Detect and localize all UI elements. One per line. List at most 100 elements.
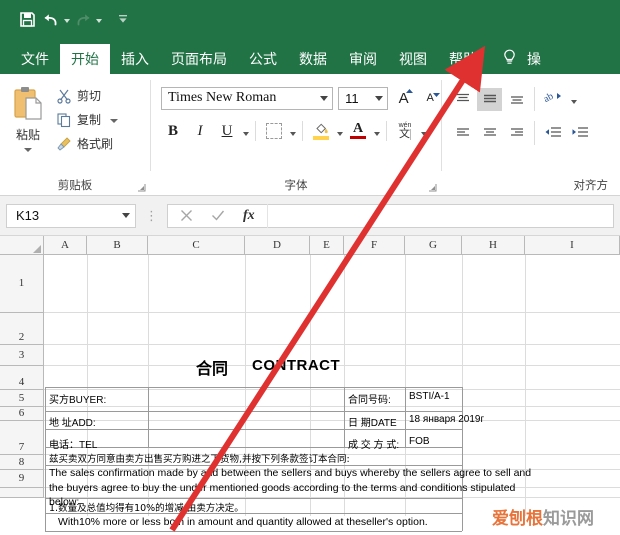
column-header-F[interactable]: F bbox=[344, 236, 405, 254]
column-header-A[interactable]: A bbox=[44, 236, 87, 254]
row-2-cells[interactable] bbox=[44, 313, 620, 344]
underline-button[interactable]: U bbox=[215, 119, 239, 143]
customize-qat-icon[interactable] bbox=[112, 6, 134, 32]
fill-color-button[interactable] bbox=[309, 119, 333, 143]
row-5-cells[interactable] bbox=[44, 390, 620, 406]
column-header-B[interactable]: B bbox=[87, 236, 148, 254]
format-painter-button[interactable]: 格式刷 bbox=[56, 133, 120, 154]
insert-function-icon[interactable]: fx bbox=[243, 208, 255, 224]
table-row[interactable]: 1 bbox=[0, 255, 620, 313]
paste-dropdown-icon[interactable] bbox=[24, 148, 32, 152]
increase-font-size-button[interactable]: A bbox=[393, 86, 415, 110]
tab-data[interactable]: 数据 bbox=[288, 44, 338, 74]
row-header-6[interactable]: 6 bbox=[0, 407, 44, 421]
italic-button[interactable]: I bbox=[188, 119, 212, 143]
row-1-cells[interactable] bbox=[44, 255, 620, 312]
underline-dropdown-icon[interactable] bbox=[243, 131, 249, 136]
font-size-combo[interactable]: 11 bbox=[338, 86, 388, 110]
row-10-cells[interactable] bbox=[44, 488, 620, 497]
tab-insert[interactable]: 插入 bbox=[110, 44, 160, 74]
row-header-7[interactable]: 7 bbox=[0, 421, 44, 455]
tab-view[interactable]: 视图 bbox=[388, 44, 438, 74]
row-header-8[interactable]: 8 bbox=[0, 455, 44, 470]
row-header-9[interactable]: 9 bbox=[0, 470, 44, 488]
align-left-button[interactable] bbox=[450, 122, 475, 145]
formula-input-wrap[interactable]: fx bbox=[167, 203, 614, 228]
select-all-corner[interactable] bbox=[0, 236, 44, 254]
row-7-cells[interactable] bbox=[44, 421, 620, 454]
column-header-E[interactable]: E bbox=[310, 236, 344, 254]
save-icon[interactable] bbox=[16, 6, 38, 32]
row-9-cells[interactable] bbox=[44, 470, 620, 487]
table-row[interactable]: 6 bbox=[0, 407, 620, 421]
redo-icon[interactable] bbox=[74, 6, 102, 32]
tab-review[interactable]: 审阅 bbox=[338, 44, 388, 74]
align-bottom-button[interactable] bbox=[504, 88, 529, 111]
align-top-button[interactable] bbox=[450, 88, 475, 111]
align-middle-button[interactable] bbox=[477, 87, 502, 111]
cancel-icon[interactable] bbox=[180, 209, 193, 222]
row-4-cells[interactable] bbox=[44, 366, 620, 389]
row-header-1[interactable]: 1 bbox=[0, 255, 44, 313]
redo-dropdown-icon[interactable] bbox=[96, 18, 102, 23]
row-3-cells[interactable] bbox=[44, 345, 620, 365]
row-header-10[interactable] bbox=[0, 488, 44, 498]
table-row[interactable] bbox=[0, 488, 620, 498]
phonetic-dropdown-icon[interactable] bbox=[421, 131, 427, 136]
orientation-dropdown-icon[interactable] bbox=[571, 99, 577, 104]
row-header-3[interactable]: 3 bbox=[0, 345, 44, 366]
row-6-cells[interactable] bbox=[44, 407, 620, 420]
column-header-I[interactable]: I bbox=[525, 236, 620, 254]
tab-formulas[interactable]: 公式 bbox=[238, 44, 288, 74]
table-row[interactable]: 4 bbox=[0, 366, 620, 390]
fill-color-dropdown-icon[interactable] bbox=[337, 131, 343, 136]
copy-dropdown-icon[interactable] bbox=[110, 118, 119, 123]
align-center-button[interactable] bbox=[477, 122, 502, 145]
font-color-dropdown-icon[interactable] bbox=[374, 131, 380, 136]
table-row[interactable]: 7 bbox=[0, 421, 620, 455]
increase-indent-button[interactable] bbox=[567, 122, 592, 145]
table-row[interactable]: 8 bbox=[0, 455, 620, 470]
decrease-indent-button[interactable] bbox=[540, 122, 565, 145]
font-color-button[interactable]: A bbox=[346, 119, 370, 143]
font-size-dropdown-icon[interactable] bbox=[374, 95, 383, 101]
column-header-G[interactable]: G bbox=[405, 236, 462, 254]
clipboard-dialog-launcher-icon[interactable] bbox=[137, 183, 146, 192]
orientation-button[interactable]: ab bbox=[540, 88, 568, 111]
column-header-C[interactable]: C bbox=[148, 236, 245, 254]
tell-me-search[interactable] bbox=[488, 44, 521, 74]
align-right-button[interactable] bbox=[504, 122, 529, 145]
tell-me-label[interactable]: 操 bbox=[521, 44, 552, 74]
borders-button[interactable] bbox=[262, 119, 286, 143]
column-header-D[interactable]: D bbox=[245, 236, 310, 254]
table-row[interactable]: 5 bbox=[0, 390, 620, 407]
column-header-H[interactable]: H bbox=[462, 236, 525, 254]
name-box[interactable]: K13 bbox=[6, 203, 136, 228]
font-dialog-launcher-icon[interactable] bbox=[428, 183, 437, 192]
phonetic-guide-button[interactable]: wén 文 bbox=[393, 119, 417, 143]
tab-page-layout[interactable]: 页面布局 bbox=[160, 44, 238, 74]
row-header-2[interactable]: 2 bbox=[0, 313, 44, 345]
name-box-dropdown-icon[interactable] bbox=[122, 213, 130, 218]
paste-icon bbox=[14, 87, 42, 120]
tab-help[interactable]: 帮助 bbox=[438, 44, 488, 74]
table-row[interactable]: 2 bbox=[0, 313, 620, 345]
tab-file[interactable]: 文件 bbox=[10, 44, 60, 74]
decrease-font-size-button[interactable]: A bbox=[419, 86, 441, 110]
undo-dropdown-icon[interactable] bbox=[64, 18, 70, 23]
table-row[interactable]: 3 bbox=[0, 345, 620, 366]
formula-bar-grip[interactable]: ⋮ bbox=[142, 208, 161, 224]
font-name-dropdown-icon[interactable] bbox=[320, 95, 329, 101]
undo-icon[interactable] bbox=[42, 6, 70, 32]
tab-home[interactable]: 开始 bbox=[60, 44, 110, 74]
cut-button[interactable]: 剪切 bbox=[56, 85, 120, 106]
row-header-5[interactable]: 5 bbox=[0, 390, 44, 407]
row-header-4[interactable]: 4 bbox=[0, 366, 44, 390]
table-row[interactable]: 9 bbox=[0, 470, 620, 488]
bold-button[interactable]: B bbox=[161, 119, 185, 143]
confirm-icon[interactable] bbox=[211, 209, 225, 222]
row-8-cells[interactable] bbox=[44, 455, 620, 469]
copy-button[interactable]: 复制 bbox=[56, 109, 120, 130]
borders-dropdown-icon[interactable] bbox=[290, 131, 296, 136]
font-name-combo[interactable]: Times New Roman bbox=[161, 86, 334, 110]
